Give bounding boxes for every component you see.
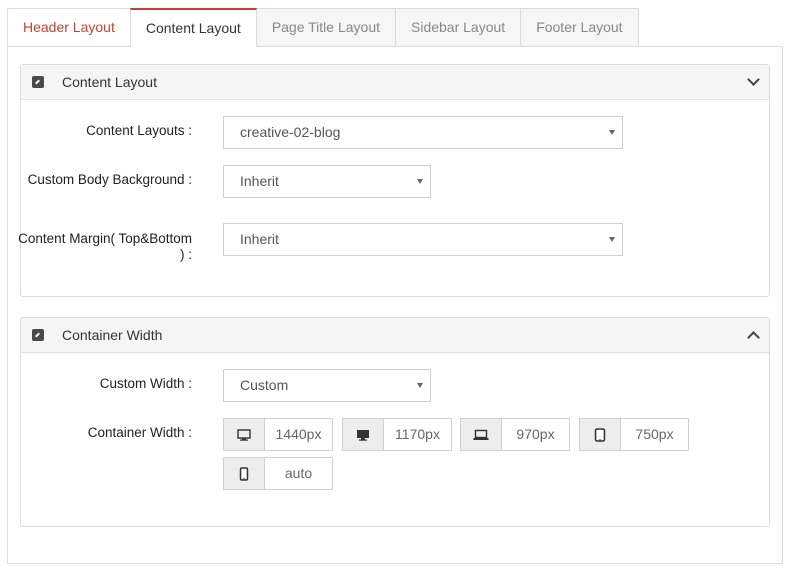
tab-sidebar-layout[interactable]: Sidebar Layout: [395, 8, 522, 46]
width-value-desktop: 1440px: [275, 426, 322, 442]
dropdown-arrow-icon: [609, 237, 615, 242]
width-value-tablet: 750px: [635, 426, 674, 442]
container-width-panel-header[interactable]: Container Width: [21, 318, 769, 353]
expand-icon: [32, 76, 44, 88]
custom-width-value: Custom: [240, 377, 289, 393]
tab-header-layout[interactable]: Header Layout: [7, 8, 131, 46]
width-input-desktop[interactable]: 1440px: [223, 418, 333, 451]
width-input-tablet[interactable]: 750px: [579, 418, 689, 451]
monitor-icon: [343, 419, 384, 450]
content-layouts-label: Content Layouts :: [86, 123, 192, 138]
custom-body-background-label: Custom Body Background :: [27, 172, 192, 187]
width-input-laptop[interactable]: 970px: [460, 418, 570, 451]
container-width-panel: Container Width Custom Width : Custom Co…: [20, 317, 770, 527]
dropdown-arrow-icon: [609, 130, 615, 135]
width-input-mobile[interactable]: auto: [223, 457, 333, 490]
chevron-down-icon[interactable]: [747, 73, 760, 86]
content-layouts-value: creative-02-blog: [240, 124, 341, 140]
custom-body-background-value: Inherit: [240, 173, 279, 189]
laptop-icon: [461, 419, 502, 450]
content-margin-select[interactable]: Inherit: [223, 223, 623, 256]
tab-content-area: Content Layout Content Layouts : creativ…: [7, 46, 783, 564]
custom-body-background-select[interactable]: Inherit: [223, 165, 431, 198]
tab-content-layout[interactable]: Content Layout: [129, 8, 257, 47]
content-margin-label: Content Margin( Top&Bottom ) :: [18, 231, 192, 262]
width-value-laptop: 970px: [516, 426, 555, 442]
tablet-icon: [580, 419, 621, 450]
content-layout-panel-header[interactable]: Content Layout: [21, 65, 769, 100]
dropdown-arrow-icon: [417, 179, 423, 184]
width-value-mobile: auto: [284, 465, 313, 481]
dropdown-arrow-icon: [417, 383, 423, 388]
container-width-label: Container Width :: [87, 425, 192, 440]
mobile-icon: [224, 458, 265, 489]
custom-width-label: Custom Width :: [99, 376, 192, 391]
content-layout-panel-title: Content Layout: [62, 74, 157, 90]
tab-footer-layout[interactable]: Footer Layout: [520, 8, 639, 46]
content-layout-panel: Content Layout Content Layouts : creativ…: [18, 64, 770, 297]
width-value-monitor: 1170px: [395, 426, 440, 442]
width-input-monitor[interactable]: 1170px: [342, 418, 452, 451]
expand-icon: [32, 329, 44, 341]
chevron-up-icon[interactable]: [747, 331, 760, 344]
content-layouts-select[interactable]: creative-02-blog: [223, 116, 623, 149]
container-width-panel-title: Container Width: [62, 327, 163, 343]
tab-bar: Header Layout Content Layout Page Title …: [7, 8, 639, 47]
custom-width-select[interactable]: Custom: [223, 369, 431, 402]
desktop-icon: [224, 419, 265, 450]
tab-page-title-layout[interactable]: Page Title Layout: [255, 8, 396, 46]
content-margin-value: Inherit: [240, 231, 279, 247]
